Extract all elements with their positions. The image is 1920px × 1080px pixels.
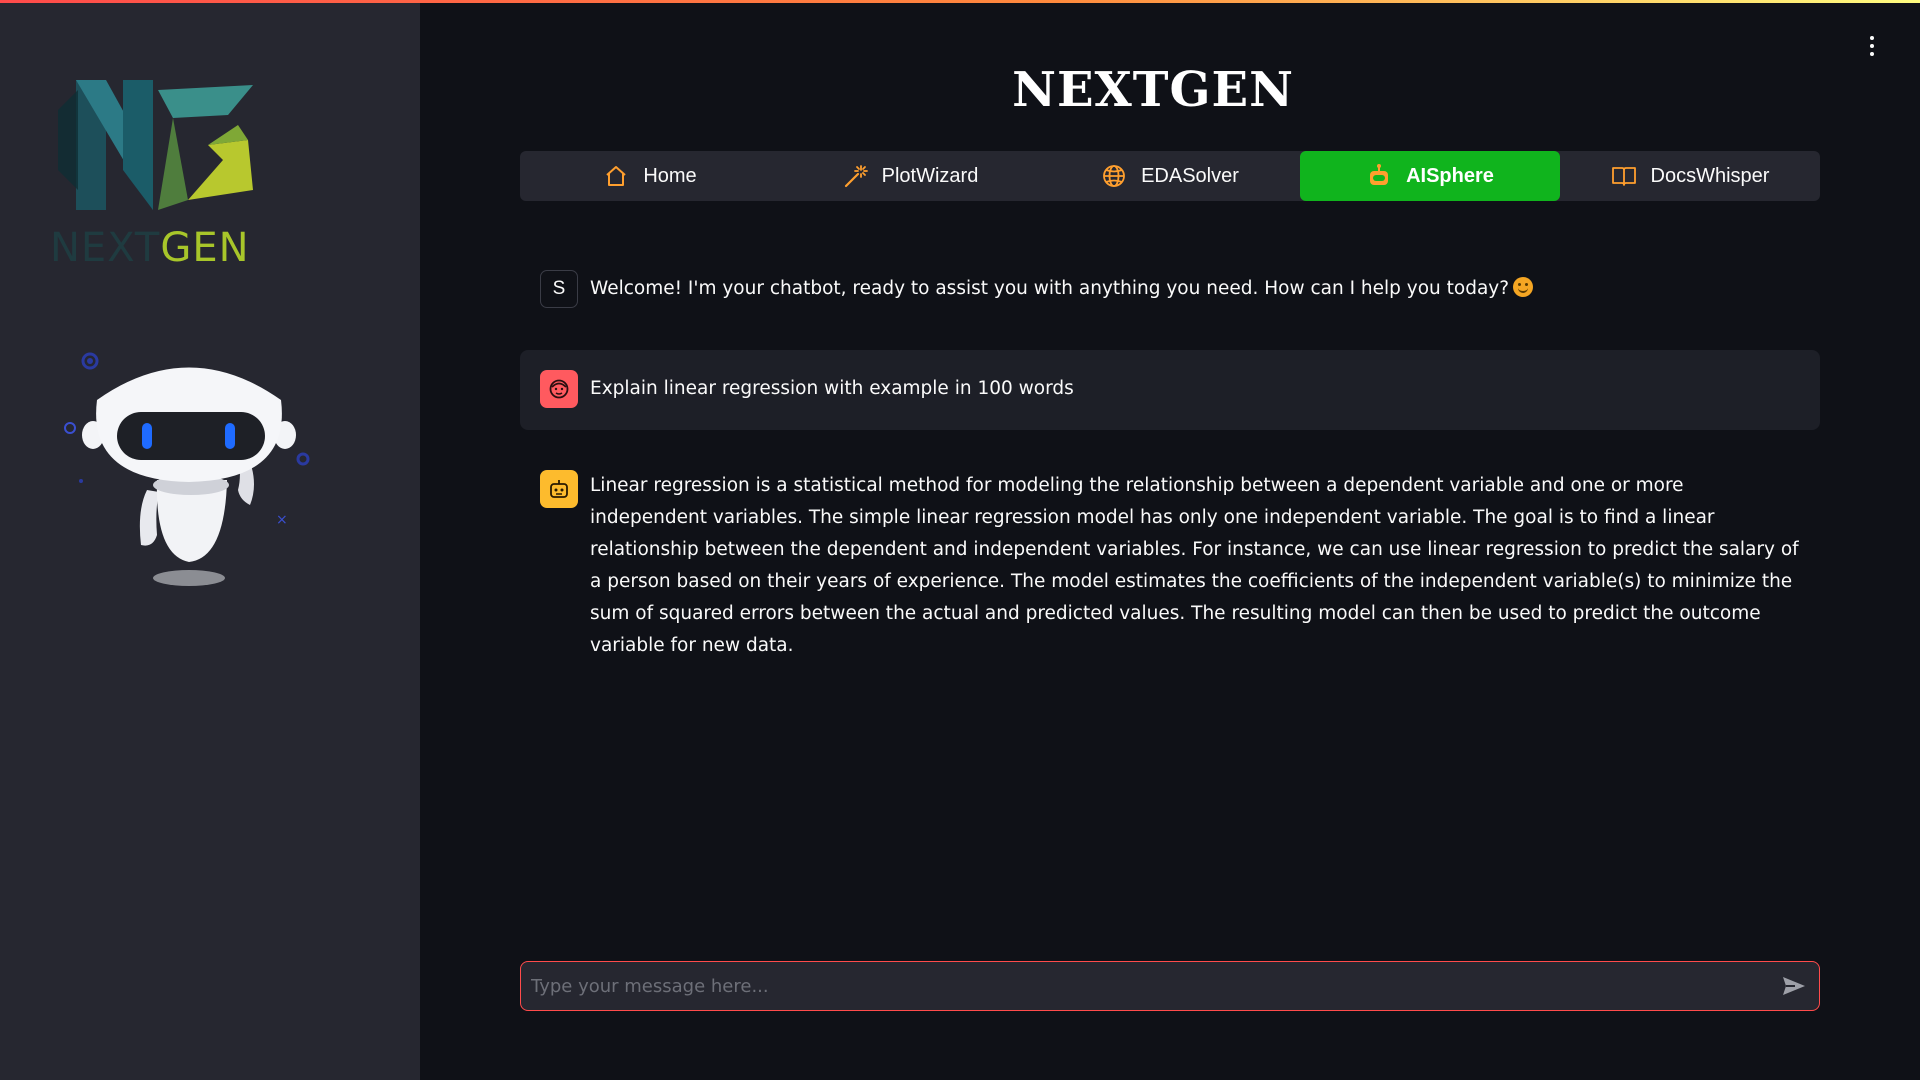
nav-item-label: Home	[643, 164, 697, 187]
magic-wand-icon	[842, 163, 868, 189]
chat-message-user: Explain linear regression with example i…	[520, 350, 1820, 430]
book-icon	[1611, 163, 1637, 189]
nav-item-label: AISphere	[1406, 164, 1494, 187]
robot-icon	[1366, 163, 1392, 189]
ng-logo-icon	[58, 80, 253, 210]
message-text: Linear regression is a statistical metho…	[590, 475, 1799, 656]
chat-message-assistant: Linear regression is a statistical metho…	[520, 470, 1820, 662]
nav-item-plotwizard[interactable]: PlotWizard	[780, 151, 1040, 201]
svg-text:×: ×	[276, 512, 288, 528]
nav-item-docswhisper[interactable]: DocsWhisper	[1560, 151, 1820, 201]
bot-face-icon	[540, 470, 578, 508]
nav-item-label: EDASolver	[1141, 164, 1239, 187]
smiling-face-emoji	[1513, 277, 1534, 297]
send-icon	[1783, 977, 1805, 995]
chat-message-system: S Welcome! I'm your chatbot, ready to as…	[520, 270, 1820, 308]
nav-menu: Home PlotWizard EDASolver AISphere DocsW…	[520, 151, 1820, 201]
brand-logo: NEXTGEN	[48, 70, 268, 275]
nav-item-edasolver[interactable]: EDASolver	[1040, 151, 1300, 201]
message-text: Explain linear regression with example i…	[590, 378, 1074, 399]
chat-input-container	[520, 961, 1820, 1011]
main-menu-button[interactable]	[1858, 30, 1886, 62]
user-face-icon	[540, 370, 578, 408]
app-title: NEXTGEN	[1012, 62, 1294, 118]
chat-message-input[interactable]	[521, 962, 1769, 1010]
nav-item-aisphere[interactable]: AISphere	[1300, 151, 1560, 201]
nav-item-label: DocsWhisper	[1650, 164, 1770, 187]
logo-wordmark: NEXTGEN	[50, 225, 250, 271]
globe-icon	[1101, 163, 1127, 189]
sidebar: NEXTGEN × ×	[0, 0, 420, 1080]
top-decoration-bar	[0, 0, 1920, 3]
nav-item-home[interactable]: Home	[520, 151, 780, 201]
nav-item-label: PlotWizard	[881, 164, 979, 187]
send-button[interactable]	[1769, 962, 1819, 1010]
kebab-menu-icon	[1870, 36, 1874, 40]
home-icon	[603, 163, 629, 189]
message-text: Welcome! I'm your chatbot, ready to assi…	[590, 273, 1534, 305]
system-avatar: S	[540, 270, 578, 308]
robot-illustration: × ×	[55, 340, 325, 600]
